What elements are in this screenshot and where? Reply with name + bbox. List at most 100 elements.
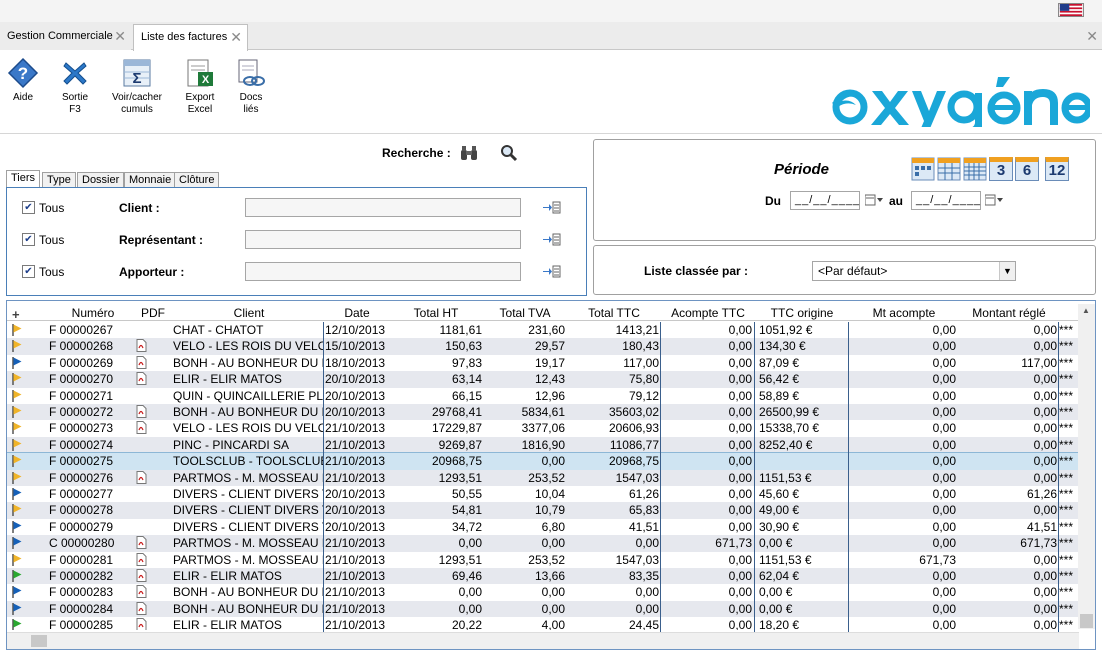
table-row[interactable]: F 00000284 BONH - AU BONHEUR DU B 21/10/20… [7, 600, 1079, 618]
subtab-type[interactable]: Type [42, 172, 76, 188]
pdf-icon[interactable] [136, 601, 147, 615]
table-row[interactable]: F 00000274 PINC - PINCARDI SA 21/10/2013 92… [7, 436, 1079, 454]
sortie-button[interactable]: Sortie F3 [58, 57, 92, 116]
period-6-months-button[interactable]: 6 [1015, 157, 1039, 181]
period-12-months-button[interactable]: 12 [1045, 157, 1069, 181]
cell-montant-regle: 61,26 [1026, 487, 1057, 501]
table-row[interactable]: F 00000273 VELO - LES ROIS DU VELO 21/10/2… [7, 420, 1079, 436]
period-month-icon[interactable] [937, 157, 961, 181]
cell-status-marker: *** [1059, 569, 1074, 583]
col-total-ht[interactable]: Total HT [389, 306, 483, 320]
horizontal-scrollbar[interactable] [7, 632, 1079, 649]
table-row[interactable]: F 00000268 VELO - LES ROIS DU VELO 15/10/2… [7, 338, 1079, 355]
tab-gestion-commerciale[interactable]: Gestion Commerciale ✕ [0, 24, 131, 50]
table-row[interactable]: F 00000267 CHAT - CHATOT 12/10/2013 1181,61… [7, 322, 1079, 338]
cumuls-button[interactable]: Σ Voir/cacher cumuls [108, 57, 166, 116]
col-mt-acompte[interactable]: Mt acompte [849, 306, 959, 320]
subtab-cloture[interactable]: Clôture [174, 172, 220, 188]
period-grid-icon[interactable] [963, 157, 987, 181]
date-to-input[interactable]: __/__/____ [911, 191, 981, 210]
period-week-icon[interactable] [911, 157, 935, 181]
col-montant-regle[interactable]: Montant réglé [959, 306, 1059, 320]
col-client[interactable]: Client [173, 306, 325, 320]
pdf-icon[interactable] [136, 339, 147, 353]
table-row[interactable]: F 00000283 BONH - AU BONHEUR DU B 21/10/20… [7, 584, 1079, 600]
pdf-icon[interactable] [136, 618, 147, 630]
subtab-dossier[interactable]: Dossier [77, 172, 125, 188]
orange-flag-icon [12, 553, 22, 566]
col-numero[interactable]: Numéro [57, 306, 129, 320]
orange-flag-icon [12, 504, 22, 517]
table-row[interactable]: F 00000278 DIVERS - CLIENT DIVERS T 20/10/… [7, 502, 1079, 519]
binoculars-icon[interactable] [460, 145, 478, 161]
list-picker-icon[interactable] [543, 233, 561, 246]
cell-status-marker: *** [1059, 536, 1074, 551]
table-row[interactable]: F 00000279 DIVERS - CLIENT DIVERS T 20/10/… [7, 519, 1079, 535]
col-ttc-origine[interactable]: TTC origine [755, 306, 849, 320]
docs-label: Docs liés [239, 92, 263, 115]
table-row[interactable]: F 00000277 DIVERS - CLIENT DIVERS T 20/10/… [7, 486, 1079, 502]
sort-value: <Par défaut> [818, 264, 888, 278]
pdf-icon[interactable] [136, 585, 147, 599]
table-row[interactable]: C 00000280 PARTMOS - M. MOSSEAU E 21/10/20… [7, 535, 1079, 552]
scrollbar-thumb[interactable] [1080, 614, 1093, 628]
apporteur-input[interactable] [245, 262, 521, 281]
table-row[interactable]: F 00000281 PARTMOS - M. MOSSEAU E 21/10/20… [7, 552, 1079, 568]
scrollbar-thumb[interactable] [31, 635, 47, 647]
tab-liste-des-factures[interactable]: Liste des factures ✕ [133, 24, 248, 51]
representant-input[interactable] [245, 230, 521, 249]
subtab-monnaie[interactable]: Monnaie [124, 172, 177, 188]
calendar-dropdown-icon[interactable] [985, 194, 1003, 206]
pdf-icon[interactable] [136, 552, 147, 566]
calendar-dropdown-icon[interactable] [865, 194, 883, 206]
table-row[interactable]: F 00000285 ELIR - ELIR MATOS 21/10/2013 20,… [7, 617, 1079, 630]
excel-export-icon: X [187, 59, 213, 87]
table-row[interactable]: F 00000271 QUIN - QUINCAILLERIE PL 20/10/2… [7, 388, 1079, 404]
blue-flag-icon [12, 586, 22, 599]
table-row[interactable]: F 00000272 BONH - AU BONHEUR DU B 20/10/20… [7, 404, 1079, 421]
us-flag-icon[interactable] [1058, 3, 1084, 17]
list-picker-icon[interactable] [543, 201, 561, 214]
blue-flag-icon [12, 602, 22, 615]
col-pdf[interactable]: PDF [133, 306, 173, 320]
add-column-icon[interactable]: + [12, 307, 20, 322]
col-total-tva[interactable]: Total TVA [483, 306, 567, 320]
tous-representant-checkbox[interactable]: ✔ [22, 233, 35, 246]
chevron-down-icon[interactable]: ▼ [999, 262, 1015, 280]
col-total-ttc[interactable]: Total TTC [567, 306, 661, 320]
close-icon[interactable]: ✕ [230, 30, 242, 44]
pdf-icon[interactable] [136, 421, 147, 435]
window-close-icon[interactable]: ✕ [1086, 28, 1098, 45]
pdf-icon[interactable] [136, 470, 147, 484]
vertical-scrollbar[interactable]: ▲ [1078, 304, 1095, 629]
cell-date: 21/10/2013 [325, 618, 386, 630]
cell-ttc-origine: 8252,40 € [759, 437, 813, 452]
tous-apporteur-checkbox[interactable]: ✔ [22, 265, 35, 278]
magnifier-icon[interactable] [500, 144, 518, 162]
table-row[interactable]: F 00000269 BONH - AU BONHEUR DU B 18/10/20… [7, 355, 1079, 371]
pdf-icon[interactable] [136, 355, 147, 369]
sort-select[interactable]: <Par défaut> ▼ [812, 261, 1016, 281]
period-3-months-button[interactable]: 3 [989, 157, 1013, 181]
cell-total-ttc: 20968,75 [608, 454, 659, 469]
table-row[interactable]: F 00000282 ELIR - ELIR MATOS 21/10/2013 69,… [7, 568, 1079, 585]
date-from-input[interactable]: __/__/____ [790, 191, 860, 210]
pdf-icon[interactable] [136, 372, 147, 386]
table-row[interactable]: F 00000276 PARTMOS - M. MOSSEAU E 21/10/20… [7, 469, 1079, 486]
table-row[interactable]: F 00000275 TOOLSCLUB - TOOLSCLUB 21/10/201… [7, 452, 1079, 471]
docs-lies-button[interactable]: Docs liés [234, 57, 268, 116]
scroll-up-icon[interactable]: ▲ [1082, 306, 1090, 315]
export-excel-button[interactable]: X Export Excel [182, 57, 218, 116]
pdf-icon[interactable] [136, 405, 147, 418]
tous-client-checkbox[interactable]: ✔ [22, 201, 35, 214]
close-icon[interactable]: ✕ [114, 29, 126, 43]
col-acompte-ttc[interactable]: Acompte TTC [661, 306, 755, 320]
pdf-icon[interactable] [136, 569, 147, 582]
pdf-icon[interactable] [136, 536, 147, 550]
aide-button[interactable]: ? Aide [6, 57, 40, 104]
client-input[interactable] [245, 198, 521, 217]
col-date[interactable]: Date [325, 306, 389, 320]
table-row[interactable]: F 00000270 ELIR - ELIR MATOS 20/10/2013 63,… [7, 371, 1079, 388]
list-picker-icon[interactable] [543, 265, 561, 278]
cell-total-tva: 12,96 [534, 388, 565, 403]
